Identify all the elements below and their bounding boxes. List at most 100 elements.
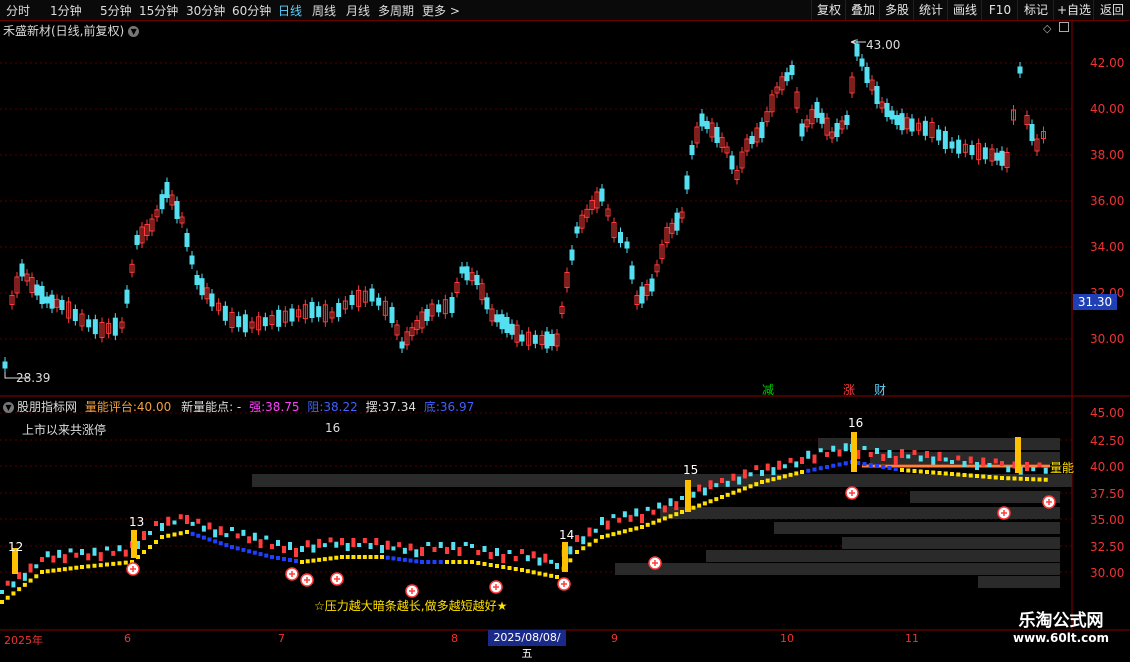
support-dot (241, 547, 246, 552)
support-dot (357, 555, 362, 559)
indicator-bar (201, 525, 206, 532)
indicator-bar (975, 462, 979, 470)
chevron-down-icon[interactable]: ▼ (3, 402, 14, 413)
candle-body (599, 188, 605, 202)
support-dot (270, 555, 274, 559)
candle-body (994, 152, 1000, 161)
candle-body (484, 297, 490, 310)
restore-icon[interactable] (1058, 22, 1069, 32)
support-dot (190, 531, 195, 536)
support-dot (555, 575, 559, 579)
indicator-bar (525, 555, 530, 562)
support-dot (57, 567, 62, 572)
streak-counter: 12 (8, 540, 24, 554)
indicator-bar (812, 454, 817, 464)
event-marker-limit[interactable]: 涨 (843, 381, 855, 398)
indicator-bar (881, 454, 886, 461)
support-dot (843, 461, 848, 466)
indicator-bar (587, 527, 592, 537)
bottom-note: ☆压力越大暗条越长,做多越短越好★ (314, 599, 508, 613)
candle-body (1017, 66, 1023, 74)
candle-body (629, 265, 635, 280)
support-dot (622, 529, 627, 534)
candle-body (86, 319, 92, 328)
support-dot (794, 471, 799, 476)
support-dot (1037, 477, 1042, 482)
support-dot (788, 472, 793, 477)
support-dot (11, 591, 16, 596)
date-label: 9 (611, 632, 618, 645)
candle-body (134, 235, 140, 245)
support-dot (925, 470, 929, 474)
indicator-bar (166, 516, 171, 526)
support-dot (531, 570, 536, 575)
event-marker-finance[interactable]: 财 (874, 381, 886, 398)
date-label: 10 (780, 632, 794, 645)
support-dot (950, 472, 954, 476)
diamond-icon[interactable]: ◇ (1043, 22, 1051, 35)
watermark-url: www.60lt.com (1012, 631, 1110, 645)
candle-body (242, 314, 248, 333)
indicator-name[interactable]: 股朋指标网 (17, 400, 77, 414)
indicator-bar (196, 518, 201, 524)
candle-body (956, 139, 962, 154)
candle-body (276, 309, 282, 327)
support-dot (691, 505, 696, 510)
support-dot (543, 572, 548, 577)
support-dot (252, 550, 257, 555)
candle-body (618, 232, 623, 243)
support-dot (80, 565, 84, 569)
support-dot (634, 526, 639, 531)
price-axis-label: 42.00 (1090, 56, 1125, 70)
streak-counter: 16 (848, 416, 864, 430)
indicator-bar (887, 450, 892, 458)
indicator-bar (818, 448, 823, 453)
pressure-bar (774, 522, 1060, 534)
indicator-bar (981, 457, 986, 467)
indicator-bar (806, 450, 811, 459)
indicator-bar (374, 538, 379, 545)
candle-body (819, 112, 825, 124)
indicator-bar (300, 546, 304, 552)
candle-body (884, 103, 890, 117)
indicator-bar (925, 451, 929, 458)
indicator-bar (555, 563, 559, 569)
indicator-bar (105, 546, 109, 551)
indicator-bar (270, 544, 274, 549)
candle-body (174, 201, 180, 219)
support-dot (742, 486, 747, 491)
candle-body (549, 334, 555, 346)
candle-body (494, 314, 500, 323)
indicator-bar (987, 463, 992, 467)
candle-body (759, 122, 765, 138)
bottom-label: 底: (423, 400, 440, 414)
support-dot (731, 490, 736, 495)
candle-body (504, 317, 510, 333)
indicator-bar (581, 536, 586, 545)
candle-body (814, 102, 820, 118)
candle-body (112, 317, 118, 336)
support-dot (362, 555, 367, 559)
candle-body (236, 316, 242, 328)
support-dot (520, 568, 524, 572)
event-marker-reduce[interactable]: 减 (762, 381, 774, 398)
indicator-bar (0, 590, 4, 594)
indicator-bar (568, 546, 573, 555)
support-dot (975, 474, 979, 478)
candle-body (336, 303, 342, 317)
support-dot (28, 578, 33, 583)
support-dot (451, 560, 456, 564)
support-dot (893, 467, 898, 471)
support-dot (628, 527, 633, 532)
score-label: 量能评台: (84, 400, 137, 414)
candle-body (194, 275, 200, 285)
indicator-bar (794, 461, 799, 468)
indicator-bar (92, 547, 97, 556)
support-dot (111, 561, 116, 566)
support-dot (432, 560, 437, 564)
candle-body (729, 155, 735, 170)
indicator-bar (549, 559, 554, 564)
indicator-bar (368, 543, 373, 549)
support-dot (264, 553, 269, 558)
chevron-down-icon[interactable]: ▼ (128, 26, 140, 37)
